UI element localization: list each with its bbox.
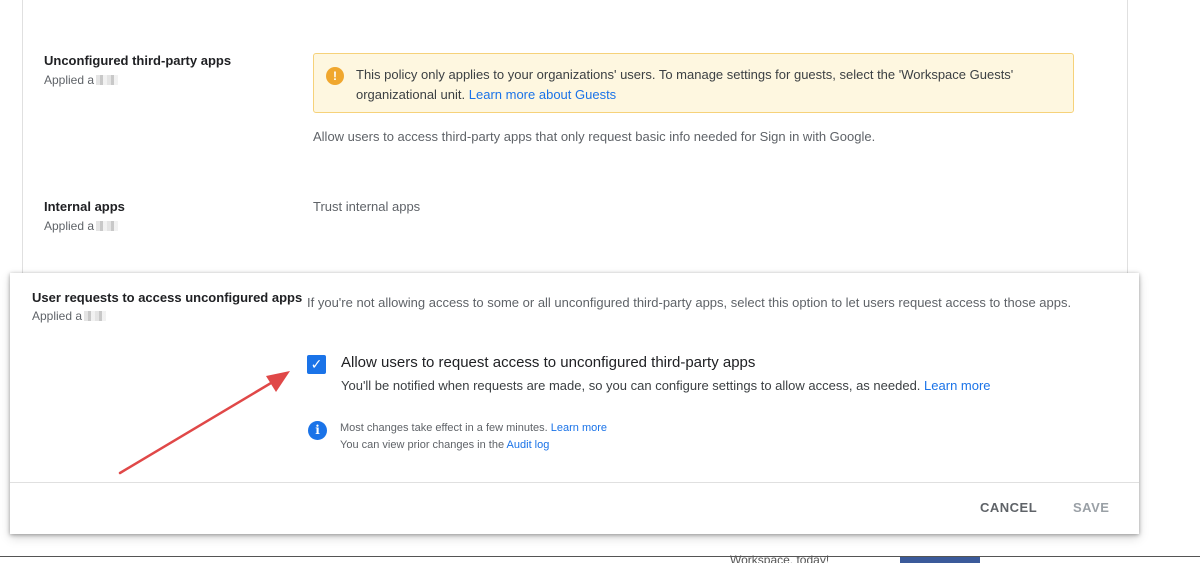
cancel-button[interactable]: CANCEL xyxy=(980,500,1037,515)
row-title-unconfigured-apps: Unconfigured third-party apps xyxy=(44,53,232,68)
info-learn-more-link[interactable]: Learn more xyxy=(551,422,607,434)
redacted-value xyxy=(84,311,107,321)
allow-requests-help: You'll be notified when requests are mad… xyxy=(341,378,991,393)
panel-applied: Applied a xyxy=(32,309,107,323)
applied-label: Applied a xyxy=(32,309,83,323)
panel-description: If you're not allowing access to some or… xyxy=(307,295,1072,310)
background-page-text: Workspace, today! xyxy=(730,553,830,563)
warning-icon: ! xyxy=(326,67,344,85)
applied-label: Applied a xyxy=(44,219,95,233)
background-page-strip xyxy=(0,556,1200,563)
row-applied-internal-apps: Applied a xyxy=(44,219,119,233)
redacted-value xyxy=(96,75,119,85)
learn-more-guests-link[interactable]: Learn more about Guests xyxy=(469,87,616,102)
audit-log-link[interactable]: Audit log xyxy=(507,439,550,451)
row-applied-unconfigured-apps: Applied a xyxy=(44,73,119,87)
info-icon: i xyxy=(308,421,327,440)
applied-label: Applied a xyxy=(44,73,95,87)
guest-policy-warning: ! This policy only applies to your organ… xyxy=(313,53,1074,113)
save-button[interactable]: SAVE xyxy=(1073,500,1109,515)
background-page-image xyxy=(900,557,980,563)
user-requests-setting-panel: User requests to access unconfigured app… xyxy=(10,273,1139,534)
redacted-value xyxy=(96,221,119,231)
info-notice: Most changes take effect in a few minute… xyxy=(340,420,607,454)
info-line-2: You can view prior changes in the xyxy=(340,439,505,451)
panel-divider xyxy=(10,482,1139,483)
unconfigured-apps-description: Allow users to access third-party apps t… xyxy=(313,129,876,144)
row-title-internal-apps: Internal apps xyxy=(44,199,125,214)
internal-apps-description: Trust internal apps xyxy=(313,199,421,214)
info-line-1: Most changes take effect in a few minute… xyxy=(340,422,548,434)
help-text: You'll be notified when requests are mad… xyxy=(341,378,921,393)
warning-text: This policy only applies to your organiz… xyxy=(356,67,1014,102)
allow-requests-checkbox[interactable]: ✓ xyxy=(307,355,326,374)
allow-requests-label[interactable]: Allow users to request access to unconfi… xyxy=(341,354,755,371)
panel-title: User requests to access unconfigured app… xyxy=(32,290,303,305)
learn-more-link[interactable]: Learn more xyxy=(924,378,990,393)
